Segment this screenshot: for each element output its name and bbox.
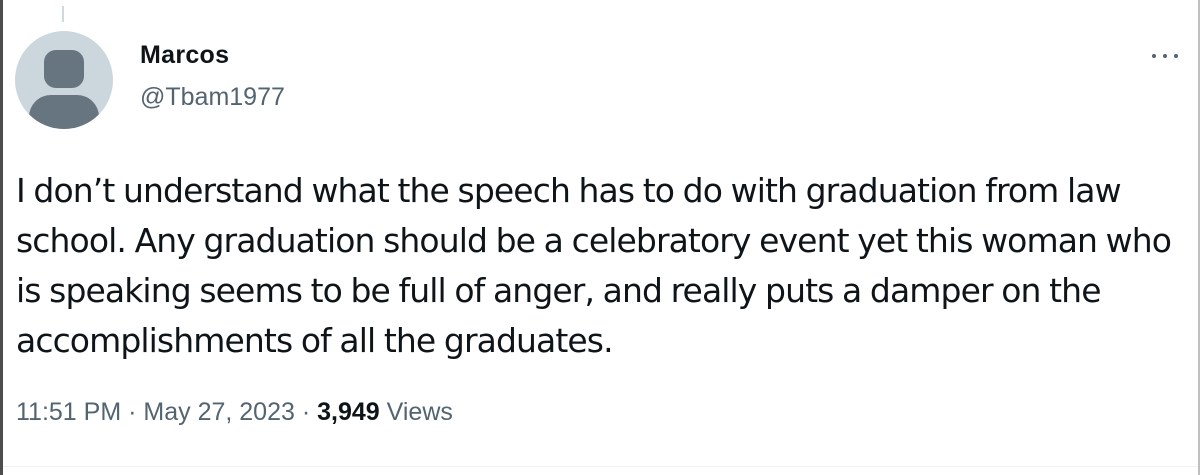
meta-separator: · [128, 398, 137, 426]
tweet-text: I don’t understand what the speech has t… [16, 171, 1172, 360]
bottom-divider [3, 466, 1198, 467]
more-options-button[interactable] [1152, 46, 1178, 66]
views-label: Views [386, 398, 453, 426]
thread-connector-line [62, 6, 64, 22]
avatar-head-shape [44, 50, 84, 88]
more-options-icon-dot [1174, 54, 1178, 58]
meta-separator: · [301, 398, 311, 426]
avatar-body-shape [29, 95, 99, 129]
author-display-name[interactable]: Marcos [140, 41, 229, 70]
more-options-icon [1152, 54, 1156, 58]
more-options-icon-dot [1163, 54, 1167, 58]
author-handle[interactable]: @Tbam1977 [140, 83, 285, 112]
views-count: 3,949 [317, 398, 380, 426]
tweet-date[interactable]: May 27, 2023 [143, 398, 295, 426]
tweet-time[interactable]: 11:51 PM [16, 398, 121, 426]
tweet-metadata: 11:51 PM · May 27, 2023 · 3,949 Views [16, 398, 453, 427]
window-frame-left [0, 0, 3, 475]
avatar[interactable] [15, 31, 113, 129]
